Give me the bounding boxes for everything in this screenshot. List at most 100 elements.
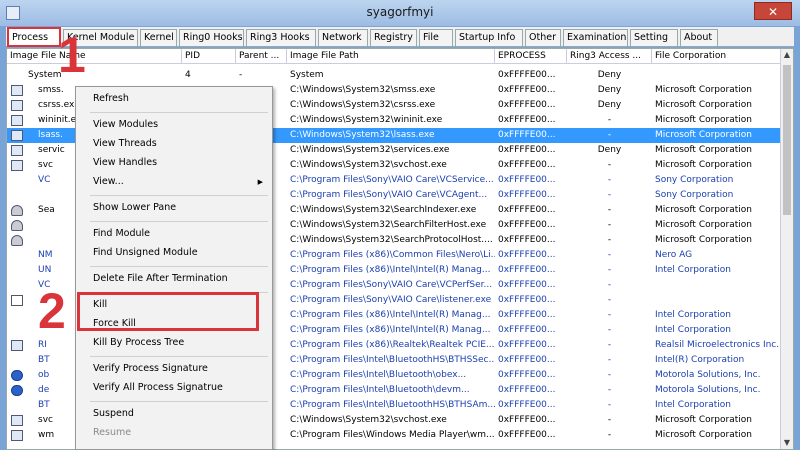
menu-item-view-handles[interactable]: View Handles bbox=[78, 154, 271, 172]
tab-file[interactable]: File bbox=[419, 29, 453, 46]
cell-ring3: - bbox=[607, 130, 612, 140]
menu-item-view-modules[interactable]: View Modules bbox=[78, 116, 271, 134]
process-icon bbox=[11, 430, 23, 441]
menu-separator bbox=[90, 356, 268, 357]
menu-item-verify-process-signature[interactable]: Verify Process Signature bbox=[78, 360, 271, 378]
tab-ring3-hooks[interactable]: Ring3 Hooks bbox=[246, 29, 316, 46]
cell-corp: Microsoft Corporation bbox=[655, 115, 752, 125]
tab-startup-info[interactable]: Startup Info bbox=[455, 29, 523, 46]
menu-item-find-module[interactable]: Find Module bbox=[78, 225, 271, 243]
tab-network[interactable]: Network bbox=[318, 29, 368, 46]
cell-ring3: - bbox=[607, 115, 612, 125]
tab-examination[interactable]: Examination bbox=[563, 29, 628, 46]
cell-corp: Sony Corporation bbox=[655, 175, 734, 185]
cell-eprocess: 0xFFFFE00... bbox=[498, 250, 556, 260]
column-header[interactable]: Ring3 Access ... bbox=[567, 49, 652, 64]
process-icon bbox=[11, 100, 23, 111]
cell-eprocess: 0xFFFFE00... bbox=[498, 205, 556, 215]
tab-about[interactable]: About bbox=[680, 29, 718, 46]
column-header[interactable]: PID bbox=[182, 49, 236, 64]
tab-registry[interactable]: Registry bbox=[370, 29, 417, 46]
cell-eprocess: 0xFFFFE00... bbox=[498, 175, 556, 185]
table-row[interactable]: System 4 - System 0xFFFFE00... Deny bbox=[7, 68, 781, 83]
cell-eprocess: 0xFFFFE00... bbox=[498, 220, 556, 230]
kill-highlight-box bbox=[77, 292, 259, 331]
cell-corp: Microsoft Corporation bbox=[655, 430, 752, 440]
cell-path: C:\Program Files (x86)\Intel\Intel(R) Ma… bbox=[290, 310, 491, 320]
tab-setting[interactable]: Setting bbox=[630, 29, 678, 46]
menu-item-label: Refresh bbox=[93, 93, 129, 104]
menu-separator bbox=[90, 112, 268, 113]
scroll-up-icon[interactable]: ▲ bbox=[781, 49, 793, 61]
menu-item-delete-file-after-termination[interactable]: Delete File After Termination bbox=[78, 270, 271, 288]
step-2-marker: 2 bbox=[38, 283, 66, 339]
menu-item-label: Show Lower Pane bbox=[93, 202, 177, 213]
column-header[interactable]: Image File Name bbox=[7, 49, 182, 64]
window-icon bbox=[11, 295, 23, 306]
menu-item-label: Find Module bbox=[93, 228, 151, 239]
scroll-thumb[interactable] bbox=[783, 65, 791, 215]
menu-item-label: View Threads bbox=[93, 138, 157, 149]
user-icon bbox=[11, 235, 23, 246]
cell-eprocess: 0xFFFFE00... bbox=[498, 355, 556, 365]
menu-item-label: Delete File After Termination bbox=[93, 273, 228, 284]
process-icon bbox=[11, 160, 23, 171]
cell-ring3: - bbox=[607, 400, 612, 410]
column-header[interactable]: Parent ... bbox=[236, 49, 287, 64]
cell-ring3: - bbox=[607, 160, 612, 170]
tab-other[interactable]: Other bbox=[525, 29, 561, 46]
user-icon bbox=[11, 205, 23, 216]
cell-path: System bbox=[290, 70, 324, 80]
menu-separator bbox=[90, 266, 268, 267]
menu-item-suspend[interactable]: Suspend bbox=[78, 405, 271, 423]
vertical-scrollbar[interactable]: ▲ ▼ bbox=[780, 49, 793, 449]
cell-eprocess: 0xFFFFE00... bbox=[498, 145, 556, 155]
menu-item-view-threads[interactable]: View Threads bbox=[78, 135, 271, 153]
menu-separator bbox=[90, 401, 268, 402]
menu-item-label: Resume bbox=[93, 427, 132, 438]
column-header[interactable]: EPROCESS bbox=[495, 49, 567, 64]
cell-corp: Intel Corporation bbox=[655, 310, 731, 320]
cell-eprocess: 0xFFFFE00... bbox=[498, 370, 556, 380]
menu-item-view[interactable]: View... ▶ bbox=[78, 173, 271, 191]
cell-path: C:\Windows\System32\services.exe bbox=[290, 145, 450, 155]
cell-corp: Microsoft Corporation bbox=[655, 145, 752, 155]
cell-eprocess: 0xFFFFE00... bbox=[498, 130, 556, 140]
process-icon bbox=[11, 145, 23, 156]
context-menu: Refresh View Modules View Threads View Hand… bbox=[75, 86, 273, 450]
cell-eprocess: 0xFFFFE00... bbox=[498, 100, 556, 110]
cell-corp: Motorola Solutions, Inc. bbox=[655, 370, 761, 380]
cell-path: C:\Program Files (x86)\Common Files\Nero… bbox=[290, 250, 495, 260]
process-icon bbox=[11, 85, 23, 96]
cell-eprocess: 0xFFFFE00... bbox=[498, 70, 556, 80]
tab-ring0-hooks[interactable]: Ring0 Hooks bbox=[179, 29, 244, 46]
process-icon bbox=[11, 340, 23, 351]
cell-corp bbox=[652, 278, 781, 293]
cell-path: C:\Program Files\Intel\BluetoothHS\BTHSS… bbox=[290, 355, 495, 365]
cell-corp: Microsoft Corporation bbox=[655, 220, 752, 230]
bluetooth-icon bbox=[11, 385, 23, 396]
user-icon bbox=[11, 220, 23, 231]
cell-ring3: Deny bbox=[597, 100, 622, 110]
cell-corp: Microsoft Corporation bbox=[655, 85, 752, 95]
tab-process[interactable]: Process bbox=[7, 27, 61, 47]
column-header[interactable]: File Corporation bbox=[652, 49, 781, 64]
cell-ring3: - bbox=[607, 310, 612, 320]
menu-item-label: View... bbox=[93, 176, 124, 187]
cell-path: C:\Windows\System32\csrss.exe bbox=[290, 100, 436, 110]
tab-kernel[interactable]: Kernel bbox=[140, 29, 177, 46]
cell-corp: Microsoft Corporation bbox=[655, 205, 752, 215]
main-tab-strip: Process Kernel Module Kernel Ring0 Hooks Rin… bbox=[6, 27, 794, 47]
cell-ring3: - bbox=[607, 205, 612, 215]
close-button[interactable]: ✕ bbox=[754, 2, 792, 20]
column-header[interactable]: Image File Path bbox=[287, 49, 495, 64]
menu-item-find-unsigned-module[interactable]: Find Unsigned Module bbox=[78, 244, 271, 262]
menu-item-label: Verify Process Signature bbox=[93, 363, 208, 374]
menu-item-kill-by-process-tree[interactable]: Kill By Process Tree bbox=[78, 334, 271, 352]
menu-item-show-lower-pane[interactable]: Show Lower Pane bbox=[78, 199, 271, 217]
scroll-down-icon[interactable]: ▼ bbox=[781, 437, 793, 449]
cell-path: C:\Program Files\Sony\VAIO Care\VCPerfSe… bbox=[290, 280, 493, 290]
cell-path: C:\Program Files\Windows Media Player\wm… bbox=[290, 430, 495, 440]
menu-item-refresh[interactable]: Refresh bbox=[78, 90, 271, 108]
menu-item-verify-all-process-signatrue[interactable]: Verify All Process Signatrue bbox=[78, 379, 271, 397]
